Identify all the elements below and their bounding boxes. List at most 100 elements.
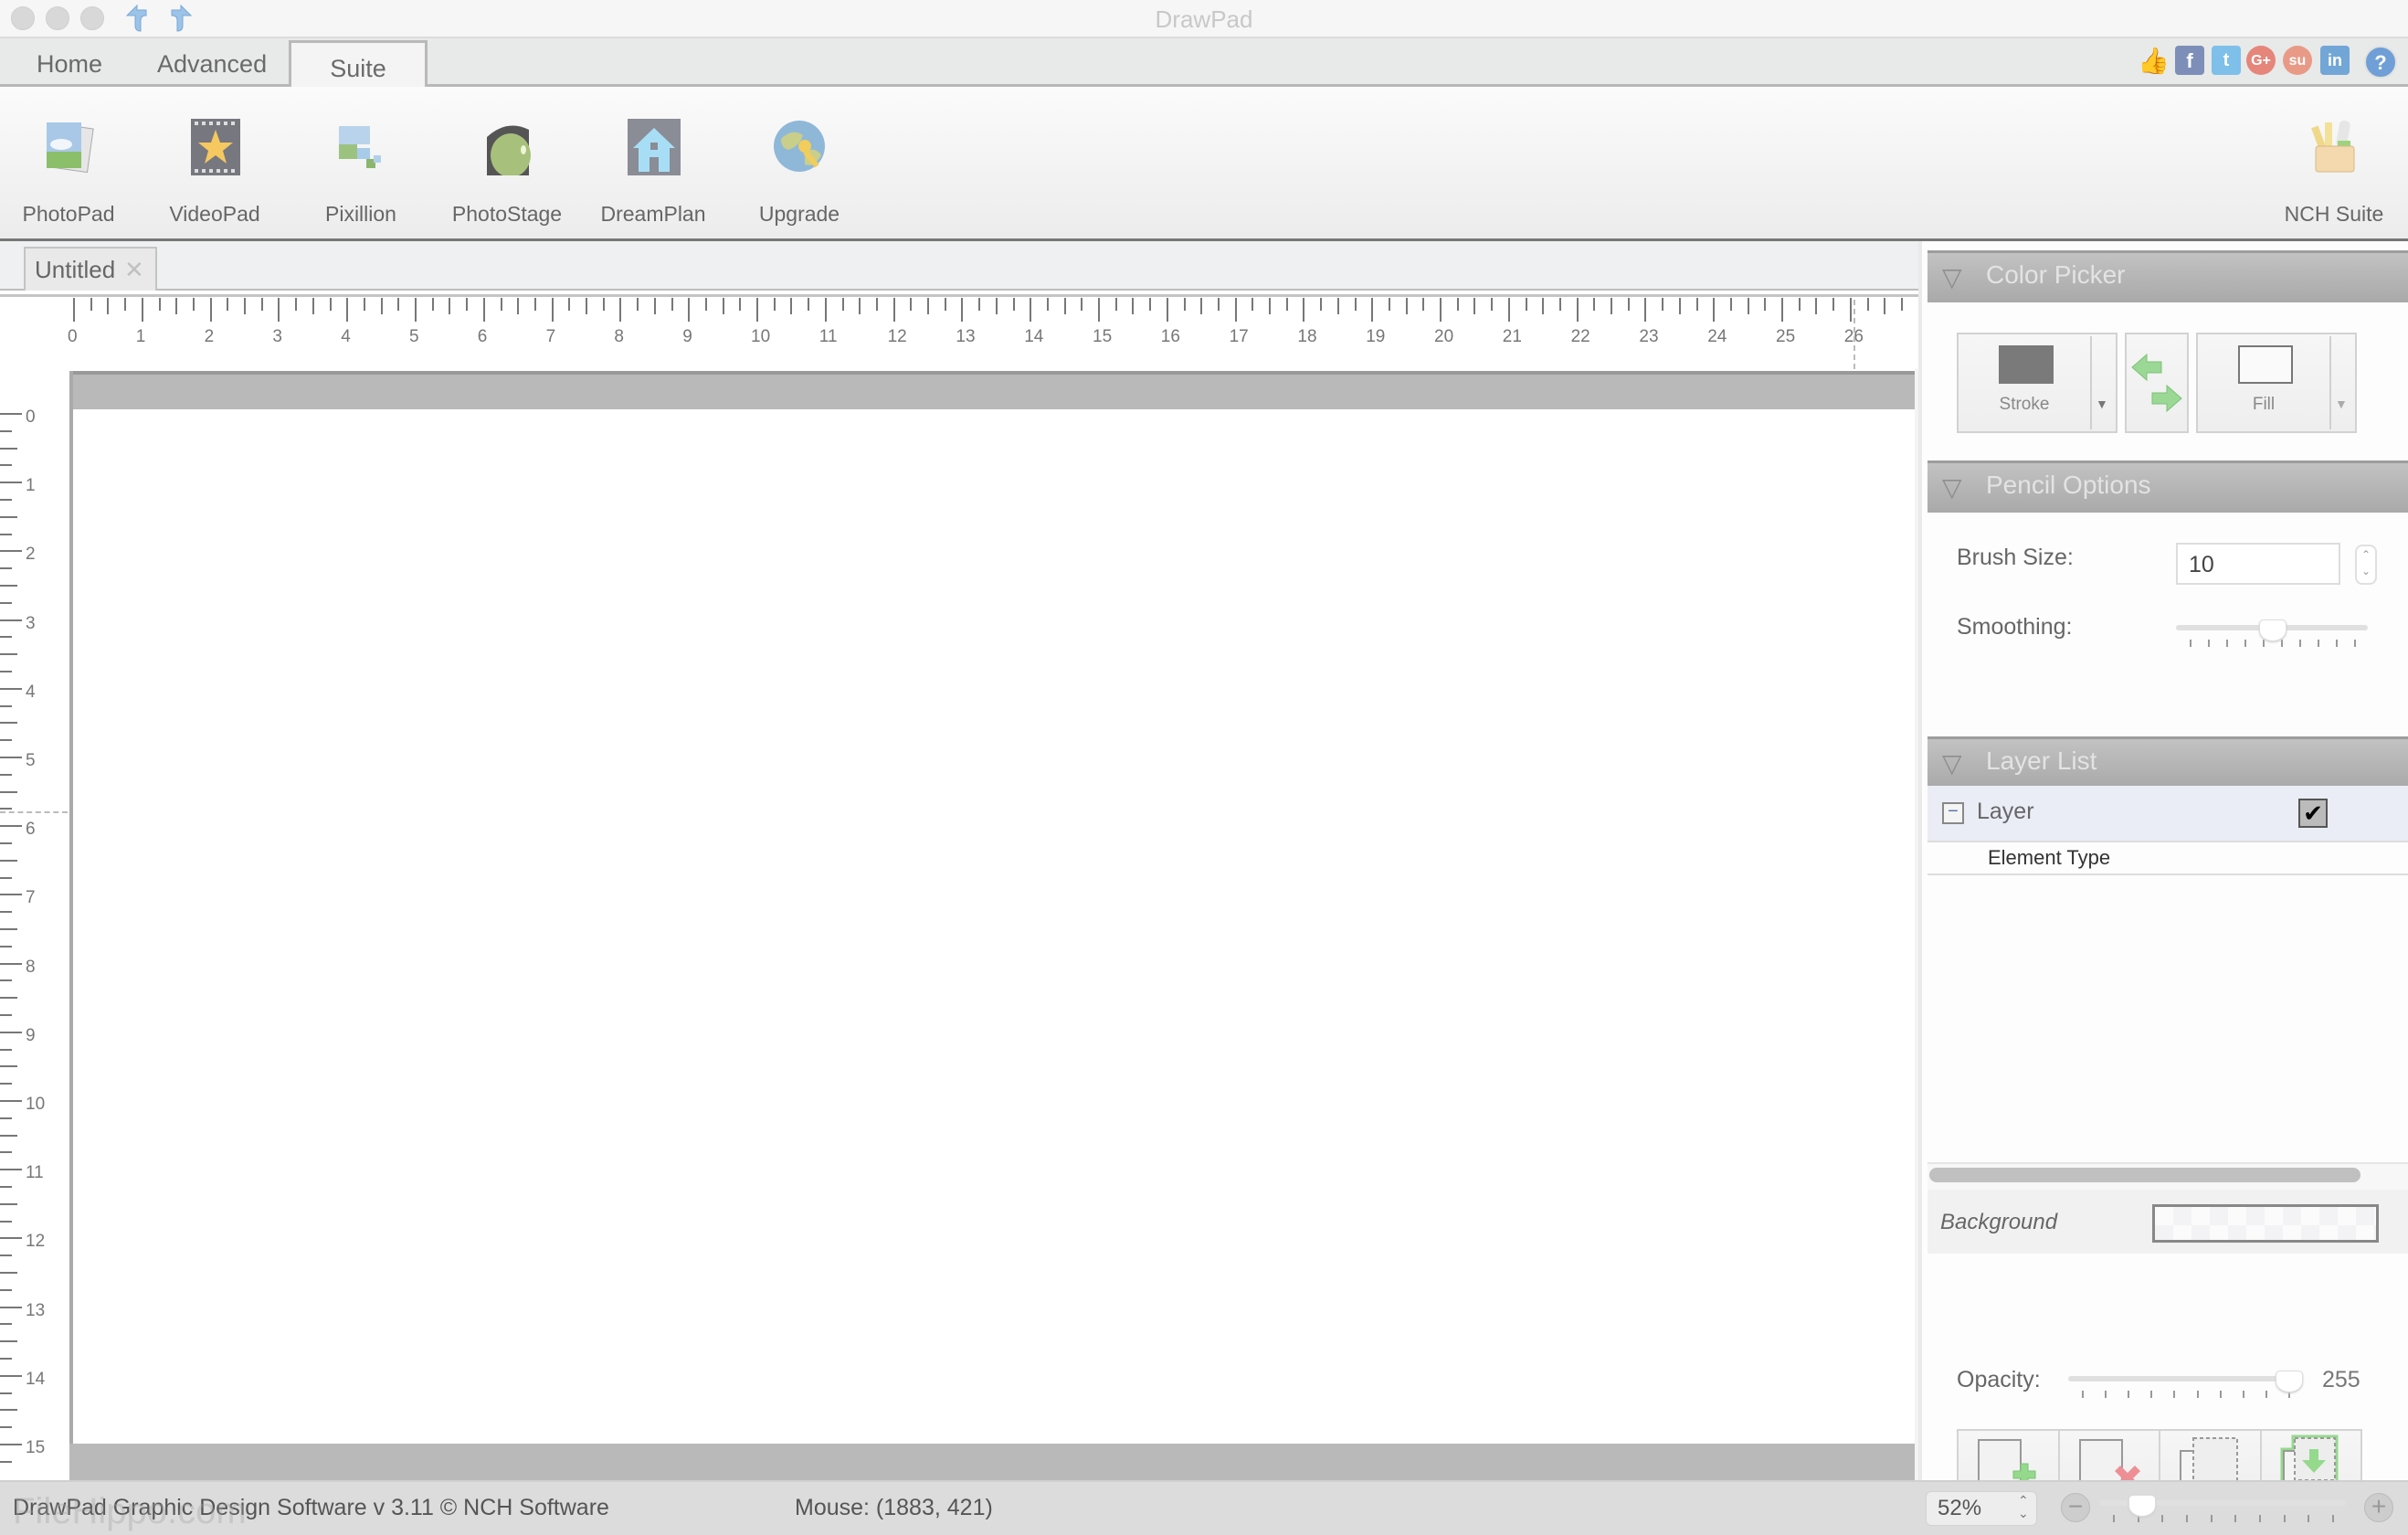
videopad-button[interactable]: VideoPad [146,87,283,238]
collapse-triangle-icon[interactable]: ▽ [1942,262,1962,292]
ruler-tick [602,298,605,311]
ruler-label: 16 [1160,327,1180,346]
ruler-tick [0,653,17,656]
pencil-options-title: Pencil Options [1986,471,2151,499]
like-icon[interactable]: 👍 [2138,46,2170,75]
ruler-tick [0,1323,12,1326]
slider-tick [2196,1391,2199,1398]
facebook-icon[interactable]: f [2175,46,2204,75]
ruler-tick [568,298,571,311]
slider-thumb[interactable] [2128,1495,2157,1517]
pixillion-button[interactable]: Pixillion [292,87,429,238]
ruler-tick [1798,298,1801,311]
ruler-tick [1114,298,1117,311]
ruler-tick [533,298,536,311]
nch-suite-button[interactable]: NCH Suite [2265,87,2403,238]
ruler-tick [0,1272,17,1274]
photopad-button[interactable]: PhotoPad [0,87,137,238]
fill-color-button[interactable]: Fill ▼ [2196,333,2357,433]
ruler-tick [1456,298,1459,311]
drawing-canvas[interactable] [73,409,1915,1444]
zoom-slider[interactable] [2099,1495,2346,1531]
ruler-tick [1576,298,1579,322]
smoothing-slider[interactable] [2176,619,2368,656]
ruler-tick [1747,298,1749,314]
close-tab-icon[interactable]: ✕ [124,256,144,284]
ruler-tick [808,298,810,311]
ruler-label: 21 [1502,327,1522,346]
ruler-tick [1046,298,1049,311]
ruler-tick [1678,298,1681,314]
slider-tick [2113,1515,2115,1522]
ruler-tick [0,533,12,535]
dreamplan-button[interactable]: DreamPlan [585,87,722,238]
photostage-button[interactable]: PhotoStage [438,87,576,238]
linkedin-icon[interactable]: in [2320,46,2350,75]
brush-size-input[interactable]: 10 [2176,543,2340,585]
ruler-tick [0,671,12,672]
ruler-tick [380,298,383,314]
ruler-tick [90,298,92,311]
swap-colors-button[interactable] [2125,333,2189,433]
document-tab[interactable]: Untitled ✕ [24,247,157,291]
ruler-tick [0,1426,12,1429]
ruler-tick [431,298,434,311]
ruler-label: 0 [68,327,78,346]
ruler-tick [415,298,417,322]
ruler-tick [927,298,929,314]
layer-row[interactable]: − Layer ✔ [1927,786,2408,842]
pencil-options-header[interactable]: ▽ Pencil Options [1927,460,2408,513]
layer-list-scrollbar[interactable] [1927,1162,2408,1191]
layer-list-header[interactable]: ▽ Layer List [1927,736,2408,789]
twitter-icon[interactable]: t [2212,46,2241,75]
slider-track[interactable] [2068,1376,2302,1382]
ruler-label: 9 [26,1025,36,1045]
ruler-tick [0,1254,12,1257]
ruler-label: 7 [545,327,556,346]
ruler-tick [1285,298,1288,311]
zoom-in-button[interactable]: + [2364,1493,2393,1522]
ruler-tick [1371,298,1374,322]
ruler-tick [0,739,12,742]
ruler-tick [0,429,12,432]
collapse-triangle-icon[interactable]: ▽ [1942,748,1962,778]
ruler-label: 5 [409,327,419,346]
canvas-area[interactable] [69,369,1915,1480]
zoom-out-button[interactable]: − [2061,1493,2090,1522]
color-picker-header[interactable]: ▽ Color Picker [1927,250,2408,302]
stumbleupon-icon[interactable]: su [2283,46,2312,75]
slider-tick [2173,1391,2176,1398]
fill-dropdown-icon[interactable]: ▼ [2335,397,2348,411]
ruler-tick [449,298,451,314]
ruler-tick [295,298,298,311]
ruler-tick [0,636,12,639]
upgrade-button[interactable]: Upgrade [731,87,868,238]
tab-home[interactable]: Home [16,38,122,84]
ruler-tick [1166,298,1168,322]
layer-visibility-checkbox[interactable]: ✔ [2298,799,2328,828]
brush-size-stepper[interactable]: ⌃ ⌄ [2355,545,2377,585]
collapse-layer-icon[interactable]: − [1942,802,1964,824]
ruler-tick [1695,298,1698,311]
ruler-label: 13 [956,327,976,346]
opacity-slider[interactable] [2068,1371,2303,1407]
zoom-stepper-icon[interactable]: ⌃ ⌄ [2018,1494,2029,1519]
background-label: Background [1940,1210,2058,1234]
stroke-color-button[interactable]: Stroke ▼ [1957,333,2118,433]
ruler-tick [1336,298,1339,314]
scrollbar-thumb[interactable] [1929,1168,2360,1182]
tab-suite[interactable]: Suite [289,40,428,87]
collapse-triangle-icon[interactable]: ▽ [1942,472,1962,503]
stroke-dropdown-icon[interactable]: ▼ [2096,397,2108,411]
googleplus-icon[interactable]: G+ [2246,46,2276,75]
tab-advanced[interactable]: Advanced [137,38,287,84]
zoom-select[interactable]: 52% ⌃ ⌄ [1926,1491,2037,1526]
slider-thumb[interactable] [2276,1371,2303,1392]
ruler-tick [397,298,400,311]
horizontal-ruler: 0 1 2 3 4 5 6 7 8 9 10 11 12 13 14 15 16 17 18 19 20 21 22 23 24… [0,291,1918,369]
background-swatch[interactable] [2152,1204,2379,1243]
ruler-label: 20 [1434,327,1454,346]
help-icon[interactable]: ? [2364,46,2397,79]
ruler-label: 11 [26,1163,44,1183]
slider-thumb[interactable] [2259,619,2287,641]
